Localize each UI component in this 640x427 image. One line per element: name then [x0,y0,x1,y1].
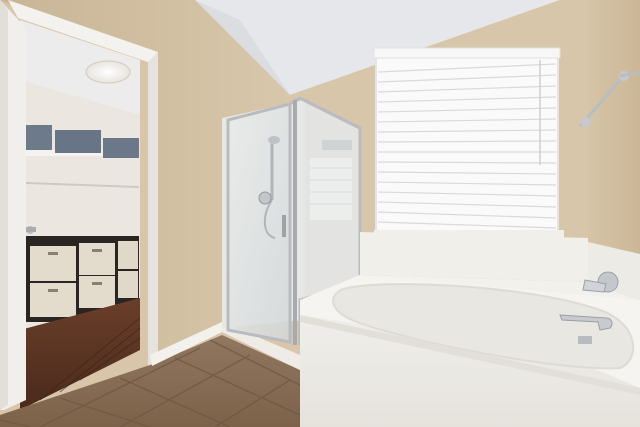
ceiling-light-fixture [85,60,131,84]
right-wall [588,0,640,260]
closet-doorway [20,20,141,410]
bathtub [300,275,640,427]
shower-door-handle [282,215,286,237]
shower-glass-door [228,104,290,342]
bathroom-photo [0,0,640,427]
window-blinds [373,47,564,238]
